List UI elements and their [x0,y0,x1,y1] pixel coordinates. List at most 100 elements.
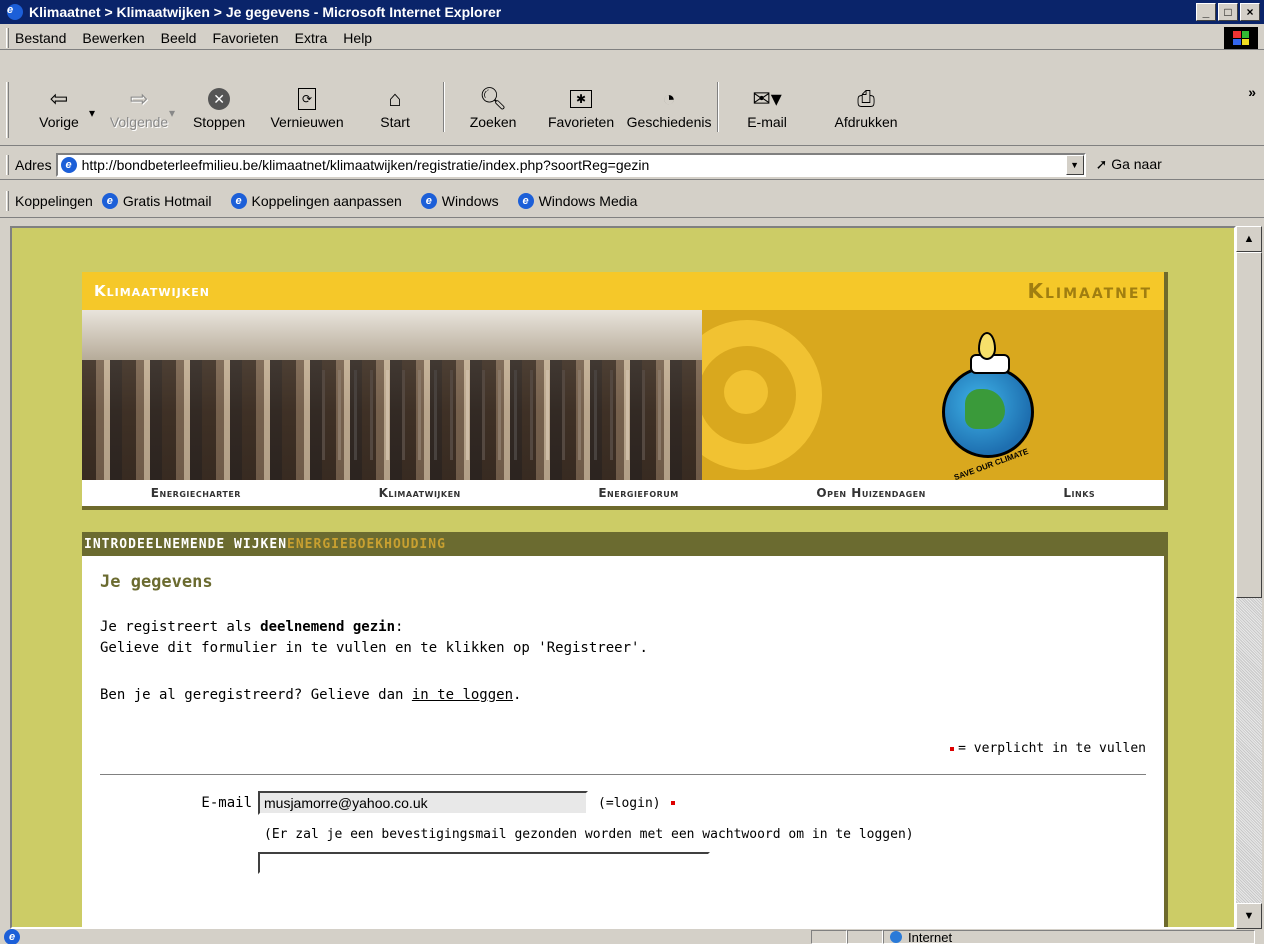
menu-extra[interactable]: Extra [295,30,328,46]
refresh-icon: ⟳ [298,84,317,114]
required-note: = verplicht in te vullen [100,741,1146,756]
favorites-button[interactable]: ✱ Favorieten [537,76,625,130]
print-button[interactable]: ⎙ Afdrukken [811,76,921,130]
search-label: Zoeken [469,114,517,130]
login-link[interactable]: in te loggen [412,687,513,703]
refresh-button[interactable]: ⟳ Vernieuwen [263,76,351,130]
login-line: Ben je al geregistreerd? Gelieve dan in … [100,686,1146,705]
email-field[interactable]: musjamorre@yahoo.co.uk [258,791,588,815]
status-page-icon: e [4,929,20,944]
toolbar-grip[interactable] [6,27,9,48]
stop-icon: ✕ [208,84,231,114]
window-titlebar: e Klimaatnet > Klimaatwijken > Je gegeve… [0,0,1264,24]
link-gratis-hotmail[interactable]: e Gratis Hotmail [99,192,212,209]
page-icon: e [60,156,77,173]
status-panel [811,930,847,944]
ie-icon: e [7,4,23,20]
menu-favorieten[interactable]: Favorieten [212,30,278,46]
close-button[interactable]: × [1240,3,1260,21]
ie-page-icon: e [517,192,534,209]
links-label[interactable]: Koppelingen [15,193,93,209]
standard-toolbar: ⇦ Vorige ▾ ⇨ Volgende ▾ ✕ Stoppen ⟳ Vern… [0,76,1264,146]
link-koppelingen-aanpassen[interactable]: e Koppelingen aanpassen [228,192,402,209]
status-zone: Internet [883,930,1255,944]
toolbar-more-icon[interactable]: » [1248,84,1256,100]
window-controls: _ □ × [1196,3,1260,21]
toolbar-grip[interactable] [6,154,9,175]
site-nav: Energiecharter Klimaatwijken Energieforu… [82,480,1168,510]
address-label: Adres [15,156,52,173]
wijk-row [100,852,1146,874]
page-viewport: Klimaatwijken Klimaatnet SAVE OUR CLIMAT… [10,226,1236,929]
status-bar: e Internet [0,929,1264,944]
home-icon: ⌂ [388,86,402,111]
registration-type: deelnemend gezin [260,619,396,635]
link-label: Gratis Hotmail [122,192,212,209]
menu-beeld[interactable]: Beeld [161,30,197,46]
intro-line-2: Gelieve dit formulier in te vullen en te… [100,640,648,656]
print-label: Afdrukken [834,114,898,130]
stop-label: Stoppen [192,114,246,130]
scroll-up-icon[interactable]: ▲ [1236,226,1262,252]
link-label: Windows Media [538,192,638,209]
minimize-button[interactable]: _ [1196,3,1216,21]
history-icon: ◔ [662,86,676,111]
home-label: Start [380,114,410,130]
required-marker-icon [950,746,955,751]
nav-klimaatwijken[interactable]: Klimaatwijken [379,486,461,500]
forward-button[interactable]: ⇨ Volgende [95,76,183,130]
status-panel [847,930,883,944]
back-arrow-icon: ⇦ [49,86,69,111]
link-windows-media[interactable]: e Windows Media [515,192,638,209]
link-label: Windows [441,192,499,209]
login-text: . [513,687,522,703]
ie-page-icon: e [230,192,247,209]
tab-deelnemende-wijken[interactable]: DEELNEMENDE WIJKEN [128,537,287,552]
tab-intro[interactable]: INTRO [84,537,128,552]
history-button[interactable]: ◔ Geschiedenis [625,76,713,130]
back-button[interactable]: ⇦ Vorige [15,76,103,130]
intro-line-1: Je registreert als deelnemend gezin: [100,618,1146,637]
menu-bestand[interactable]: Bestand [15,30,66,46]
email-row: E-mail musjamorre@yahoo.co.uk (=login) [100,791,1146,815]
toolbar-grip[interactable] [6,190,9,211]
search-button[interactable]: 🔍︎ Zoeken [449,76,537,130]
forward-arrow-icon: ⇨ [129,86,149,111]
scroll-thumb[interactable] [1236,252,1262,598]
login-text: Ben je al geregistreerd? Gelieve dan [100,687,412,703]
home-button[interactable]: ⌂ Start [351,76,439,130]
links-bar: Koppelingen e Gratis Hotmail e Koppelingen… [0,184,1264,218]
logo-area: SAVE OUR CLIMATE [702,310,1164,480]
mail-icon: ✉▾ [752,86,782,111]
window-title: Klimaatnet > Klimaatwijken > Je gegevens… [29,4,502,20]
address-input[interactable]: e http://bondbeterleefmilieu.be/klimaatn… [55,152,1086,177]
go-button[interactable]: ➚ Ga naar [1096,156,1162,173]
ie-page-icon: e [420,192,437,209]
link-windows[interactable]: e Windows [418,192,499,209]
maximize-button[interactable]: □ [1218,3,1238,21]
address-dropdown-icon[interactable]: ▼ [1065,154,1084,175]
site-brand-klimaatnet[interactable]: Klimaatnet [1027,279,1152,303]
go-label: Ga naar [1111,156,1162,172]
wijk-select[interactable] [258,852,710,874]
email-note: (Er zal je een bevestigingsmail gezonden… [264,827,914,842]
nav-open-huizendagen[interactable]: Open Huizendagen [816,486,925,500]
nav-energieforum[interactable]: Energieforum [598,486,678,500]
decorative-dot [724,370,768,414]
divider [100,774,1146,775]
mail-button[interactable]: ✉▾ E-mail [723,76,811,130]
nav-links[interactable]: Links [1063,486,1095,500]
menu-help[interactable]: Help [343,30,372,46]
search-icon: 🔍︎ [479,86,508,111]
site-container: Klimaatwijken Klimaatnet SAVE OUR CLIMAT… [82,272,1168,927]
vertical-scrollbar[interactable]: ▲ ▼ [1236,226,1262,929]
nav-energiecharter[interactable]: Energiecharter [151,486,241,500]
refresh-label: Vernieuwen [270,114,344,130]
site-brand-klimaatwijken[interactable]: Klimaatwijken [94,282,210,300]
tab-energieboekhouding[interactable]: ENERGIEBOEKHOUDING [287,537,446,552]
stop-button[interactable]: ✕ Stoppen [175,76,263,130]
toolbar-grip[interactable] [6,82,9,138]
mail-label: E-mail [747,114,787,130]
scroll-down-icon[interactable]: ▼ [1236,903,1262,929]
menu-bewerken[interactable]: Bewerken [82,30,144,46]
